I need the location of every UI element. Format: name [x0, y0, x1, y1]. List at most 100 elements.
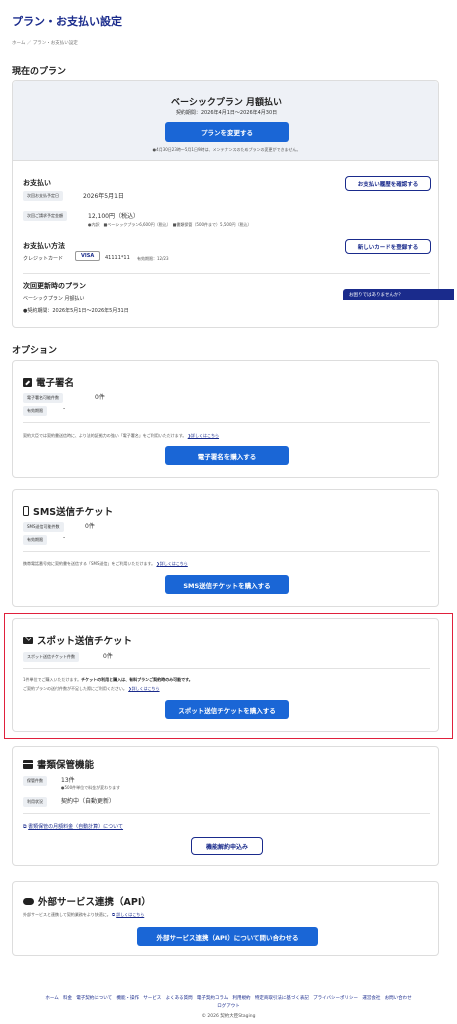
storage-title: 書類保管機能: [37, 760, 95, 771]
next-plan-title: 次回更新時のプラン: [23, 282, 86, 290]
payment-type: クレジットカード: [23, 256, 64, 262]
storage-status-label: 利用状況: [23, 797, 47, 807]
pen-square-icon: [23, 377, 32, 387]
next-date: 2026年5月1日: [83, 193, 124, 200]
spot-desc-line1: 1件単位でご購入いただけます。チケットの利用と購入は、有料プランご契約時のみ可能…: [23, 677, 193, 683]
esign-count: 0件: [95, 394, 105, 401]
buy-sms-button[interactable]: SMS送信チケットを購入する: [165, 575, 289, 594]
sms-card: SMS送信チケット SMS送信可能件数 0件 有効期限 - 携帯電話番号宛に契約…: [12, 489, 439, 607]
esign-detail-link[interactable]: ❯詳しくはこちら: [188, 433, 219, 438]
spot-title-row: スポット送信チケット: [23, 633, 132, 647]
footer-link[interactable]: 電子契約コラム: [197, 996, 228, 1001]
spot-count-label: スポット送信チケット件数: [23, 652, 79, 662]
storage-fee-link[interactable]: 書類保管の月額料金（自動計算）について: [28, 824, 123, 830]
logout-link[interactable]: ログアウト: [0, 1003, 457, 1009]
cloud-icon: [23, 897, 34, 905]
card-expiry: 有効期限：12/23: [137, 256, 169, 261]
footer-link[interactable]: ホーム: [45, 996, 58, 1001]
esign-desc: 契約大臣では契約書送信時に、より法的証拠力の強い「電子署名」をご利用いただけます…: [23, 433, 187, 438]
spot-desc1: 1件単位でご購入いただけます。: [23, 677, 82, 682]
sms-desc-row: 携帯電話番号宛に契約書を送信する「SMS送信」をご利用いただけます。 ❯詳しくは…: [23, 561, 188, 567]
spot-desc-line2: ご契約プランの送付件数が不足した際にご利用ください。 ❯詳しくはこちら: [23, 686, 160, 692]
storage-count-label: 保管件数: [23, 776, 47, 786]
divider: [23, 551, 430, 552]
api-desc: 外部サービスと連携して契約業務をより快適に。: [23, 912, 111, 917]
sms-expiry: -: [63, 534, 66, 541]
payment-history-button[interactable]: お支払い履歴を確認する: [345, 176, 431, 191]
storage-count-note: ●500件単位で料金が変わります: [61, 785, 121, 790]
spot-card: スポット送信チケット スポット送信チケット件数 0件 1件単位でご購入いただけま…: [12, 618, 439, 732]
options-heading: オプション: [12, 346, 58, 356]
footer-link[interactable]: お問い合わせ: [385, 996, 412, 1001]
esign-title: 電子署名: [36, 378, 75, 389]
api-desc-row: 外部サービスと連携して契約業務をより快適に。 ⧉ 詳しくはこちら: [23, 912, 144, 918]
footer-link[interactable]: 料金: [63, 996, 72, 1001]
api-detail-link[interactable]: 詳しくはこちら: [116, 912, 144, 917]
contract-period: 契約期間：2026年4月1日〜2026年4月30日: [175, 110, 278, 116]
payment-method-title: お支払い方法: [23, 242, 65, 250]
change-plan-button[interactable]: プランを変更する: [165, 122, 289, 142]
esign-title-row: 電子署名: [23, 375, 74, 389]
footer-links: ホーム 料金 電子契約について 機能・操作 サービス よくある質問 電子契約コラ…: [0, 995, 457, 1001]
sms-count-label: SMS送信可能件数: [23, 522, 64, 532]
spot-desc2: ご契約プランの送付件数が不足した際にご利用ください。: [23, 686, 127, 691]
esign-expiry-label: 有効期限: [23, 406, 47, 416]
page-title: プラン・お支払い設定: [12, 15, 122, 28]
next-amount-label: 次回ご請求予定金額: [23, 211, 67, 221]
storage-status: 契約中（自動更新）: [61, 798, 116, 805]
maintenance-note: ●4月30日23時〜5月1日9時は、メンテナンスのためプランの変更ができません。: [152, 147, 301, 152]
sms-title: SMS送信チケット: [33, 507, 114, 518]
card-brand: VISA: [75, 251, 101, 261]
footer-link[interactable]: プライバシーポリシー: [313, 996, 358, 1001]
api-card: 外部サービス連携（API） 外部サービスと連携して契約業務をより快適に。 ⧉ 詳…: [12, 881, 439, 956]
sms-count: 0件: [85, 523, 95, 530]
api-title-row: 外部サービス連携（API）: [23, 894, 151, 908]
divider: [23, 273, 430, 274]
mobile-phone-icon: [23, 506, 29, 516]
help-tooltip[interactable]: お困りではありませんか？: [343, 289, 454, 300]
plan-name: ベーシックプラン 月額払い: [171, 98, 282, 108]
next-plan-name: ベーシックプラン 月額払い: [23, 296, 85, 302]
esign-card: 電子署名 電子署名可能件数 0件 有効期限 - 契約大臣では契約書送信時に、より…: [12, 360, 439, 478]
archive-box-icon: [23, 759, 33, 769]
current-plan-heading: 現在のプラン: [12, 67, 67, 77]
footer-link[interactable]: 機能・操作: [116, 996, 139, 1001]
payment-title: お支払い: [23, 179, 51, 187]
register-card-button[interactable]: 新しいカードを登録する: [345, 239, 431, 254]
esign-expiry: -: [63, 405, 66, 412]
sms-expiry-label: 有効期限: [23, 535, 47, 545]
breadcrumb[interactable]: ホーム ／ プラン・お支払い設定: [12, 40, 78, 46]
storage-title-row: 書類保管機能: [23, 757, 94, 771]
footer-link[interactable]: 特定商取引法に基づく表記: [255, 996, 309, 1001]
next-date-label: 次回お支払予定日: [23, 191, 63, 201]
spot-count: 0件: [103, 653, 113, 660]
api-inquiry-button[interactable]: 外部サービス連携（API）について問い合わせる: [137, 927, 318, 946]
divider: [23, 422, 430, 423]
sms-detail-link[interactable]: ❯詳しくはこちら: [156, 561, 187, 566]
footer-link[interactable]: サービス: [143, 996, 161, 1001]
footer-link[interactable]: 運営会社: [362, 996, 380, 1001]
footer-link[interactable]: 電子契約について: [76, 996, 112, 1001]
spot-desc1-bold: チケットの利用と購入は、有料プランご契約時のみ可能です。: [81, 677, 193, 682]
footer-link[interactable]: よくある質問: [166, 996, 193, 1001]
next-amount: 12,100円（税込）: [88, 213, 139, 220]
spot-title: スポット送信チケット: [37, 636, 133, 647]
api-title: 外部サービス連携（API）: [38, 897, 151, 908]
storage-count: 13件: [61, 777, 75, 784]
next-plan-period: ●契約期間：2026年5月1日〜2026年5月31日: [23, 308, 129, 314]
esign-count-label: 電子署名可能件数: [23, 393, 63, 403]
card-number: 41111*11: [105, 255, 130, 261]
sms-desc: 携帯電話番号宛に契約書を送信する「SMS送信」をご利用いただけます。: [23, 561, 156, 566]
cancel-storage-button[interactable]: 機能解約申込み: [191, 837, 263, 855]
sms-title-row: SMS送信チケット: [23, 504, 113, 518]
spot-detail-link[interactable]: ❯詳しくはこちら: [128, 686, 159, 691]
footer-link[interactable]: 利用規約: [233, 996, 251, 1001]
envelope-icon: [23, 633, 33, 644]
buy-spot-button[interactable]: スポット送信チケットを購入する: [165, 700, 289, 719]
external-link-icon: ⧉: [112, 912, 115, 917]
divider: [23, 813, 430, 814]
esign-desc-row: 契約大臣では契約書送信時に、より法的証拠力の強い「電子署名」をご利用いただけます…: [23, 433, 219, 439]
storage-fee-row[interactable]: ⧉ 書類保管の月額料金（自動計算）について: [23, 823, 123, 830]
buy-esign-button[interactable]: 電子署名を購入する: [165, 446, 289, 465]
divider: [23, 668, 430, 669]
